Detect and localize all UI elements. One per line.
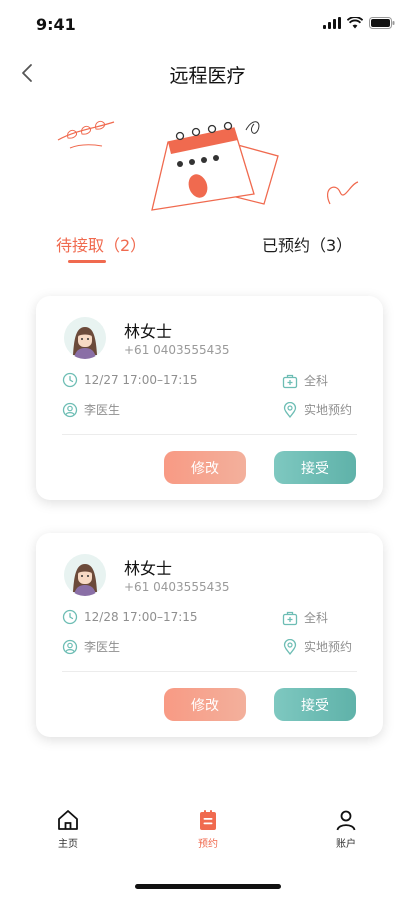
- visit-mode: 实地预约: [282, 401, 352, 418]
- appointment-icon: [200, 810, 216, 830]
- accept-button[interactable]: 接受: [274, 451, 356, 484]
- department-text: 全科: [304, 374, 329, 388]
- tab-booked[interactable]: 已预约（3）: [262, 232, 352, 256]
- patient-name: 林女士: [124, 322, 173, 341]
- tabbar-account[interactable]: 账户: [316, 808, 376, 850]
- doctor-text: 李医生: [84, 640, 121, 654]
- appointment-card: 林女士 +61 0403555435 12/27 17:00–17:15 全科 …: [36, 296, 383, 500]
- doctor-icon: [62, 639, 78, 654]
- status-tabs: 待接取（2） 已预约（3）: [0, 232, 415, 272]
- tabbar-account-label: 账户: [336, 839, 356, 850]
- signal-icon: [323, 17, 341, 29]
- medical-kit-icon: [282, 611, 298, 625]
- patient-name: 林女士: [124, 559, 173, 578]
- patient-phone: +61 0403555435: [124, 343, 230, 357]
- active-tab-indicator: [68, 260, 106, 263]
- avatar: [64, 317, 106, 359]
- doctor-text: 李医生: [84, 403, 121, 417]
- tabbar-appointments[interactable]: 预约: [178, 808, 238, 850]
- edit-button[interactable]: 修改: [164, 451, 246, 484]
- tabbar-appointments-label: 预约: [198, 839, 218, 850]
- edit-button[interactable]: 修改: [164, 688, 246, 721]
- status-time: 9:41: [36, 15, 76, 34]
- doctor-icon: [62, 402, 78, 417]
- status-bar: 9:41: [0, 0, 415, 46]
- bottom-tab-bar: 主页 预约 账户: [0, 808, 415, 868]
- visit-mode-text: 实地预约: [304, 403, 353, 417]
- patient-phone: +61 0403555435: [124, 580, 230, 594]
- appointment-time-text: 12/27 17:00–17:15: [84, 373, 198, 387]
- tab-pending[interactable]: 待接取（2）: [56, 232, 146, 256]
- calendar-illustration: [50, 108, 370, 228]
- avatar: [64, 554, 106, 596]
- divider: [62, 671, 357, 672]
- page-title: 远程医疗: [169, 65, 246, 87]
- visit-mode: 实地预约: [282, 638, 352, 655]
- appointment-time: 12/27 17:00–17:15: [62, 372, 198, 388]
- department: 全科: [282, 609, 328, 626]
- tabbar-home[interactable]: 主页: [38, 808, 98, 850]
- visit-mode-text: 实地预约: [304, 640, 353, 654]
- accept-button[interactable]: 接受: [274, 688, 356, 721]
- appointment-time-text: 12/28 17:00–17:15: [84, 610, 198, 624]
- home-icon: [58, 810, 78, 830]
- nav-bar: 远程医疗: [0, 52, 415, 94]
- medical-kit-icon: [282, 374, 298, 388]
- wifi-icon: [347, 17, 363, 29]
- tabbar-home-label: 主页: [58, 839, 78, 850]
- status-icons: [323, 17, 395, 29]
- divider: [62, 434, 357, 435]
- clock-icon: [62, 372, 78, 388]
- clock-icon: [62, 609, 78, 625]
- doctor: 李医生: [62, 638, 120, 655]
- location-pin-icon: [283, 401, 297, 418]
- home-indicator: [135, 884, 281, 889]
- department-text: 全科: [304, 611, 329, 625]
- doctor: 李医生: [62, 401, 120, 418]
- location-pin-icon: [283, 638, 297, 655]
- appointment-card: 林女士 +61 0403555435 12/28 17:00–17:15 全科 …: [36, 533, 383, 737]
- appointment-time: 12/28 17:00–17:15: [62, 609, 198, 625]
- battery-icon: [369, 17, 395, 29]
- department: 全科: [282, 372, 328, 389]
- user-icon: [336, 810, 356, 831]
